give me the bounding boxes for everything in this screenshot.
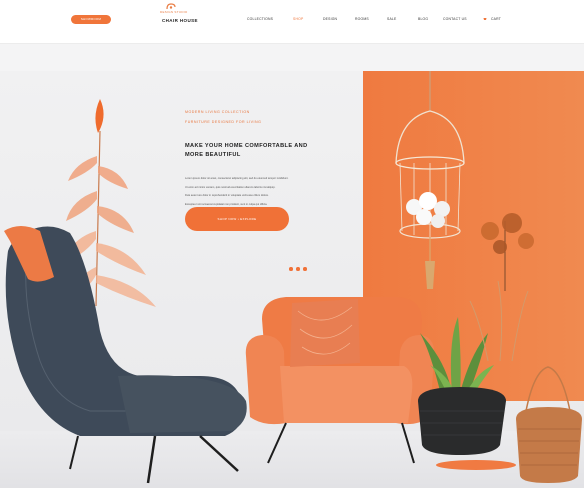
- dried-branch-icon: [481, 213, 534, 291]
- hero-banner: MODERN LIVING COLLECTION FURNITURE DESIG…: [0, 71, 584, 488]
- brand-logo[interactable]: DESIGN STUDIO CHAIR HOUSE: [160, 3, 212, 27]
- nav-item-design[interactable]: DESIGN: [323, 16, 337, 22]
- orange-armchair: [245, 297, 435, 464]
- site-header: SHOWROOM DESIGN STUDIO CHAIR HOUSE COLLE…: [0, 0, 584, 44]
- hero-eyebrow: MODERN LIVING COLLECTION: [185, 110, 250, 114]
- hero-illustration: [4, 71, 582, 484]
- logo-mark-icon: [166, 3, 176, 10]
- shop-now-button[interactable]: SHOP NOW • EXPLORE: [185, 207, 289, 231]
- nav-item-sale[interactable]: SALE: [387, 16, 396, 22]
- hero-body-text: Lorem ipsum dolor sit amet, consectetur …: [185, 175, 325, 209]
- hero-body-line: Duis aute irure dolor in reprehenderit i…: [185, 194, 269, 197]
- hero-body-line: Ut enim ad minim veniam, quis nostrud ex…: [185, 185, 276, 189]
- nav-item-blog[interactable]: BLOG: [418, 16, 428, 22]
- slider-dot[interactable]: [296, 267, 300, 271]
- nav-item-collections[interactable]: COLLECTIONS: [247, 16, 273, 22]
- slider-dot[interactable]: [289, 267, 293, 271]
- showroom-pill-button[interactable]: SHOWROOM: [71, 15, 111, 24]
- nav-item-cart[interactable]: CART: [491, 16, 501, 22]
- slider-pagination: [289, 267, 309, 271]
- hero-subhead: FURNITURE DESIGNED FOR LIVING: [185, 120, 262, 124]
- logo-tagline: DESIGN STUDIO: [160, 10, 188, 14]
- hero-body-line: Lorem ipsum dolor sit amet, consectetur …: [185, 177, 289, 180]
- slider-dot[interactable]: [303, 267, 307, 271]
- nav-item-contact[interactable]: CONTACT US: [443, 16, 467, 22]
- logo-name: CHAIR HOUSE: [162, 18, 198, 23]
- nav-item-shop[interactable]: SHOP: [293, 16, 303, 22]
- cart-icon[interactable]: [483, 17, 487, 21]
- nav-item-rooms[interactable]: ROOMS: [355, 16, 369, 22]
- hanging-birdcage-lamp: [395, 71, 465, 289]
- hero-headline: MAKE YOUR HOME COMFORTABLE AND MORE BEAU…: [185, 143, 308, 158]
